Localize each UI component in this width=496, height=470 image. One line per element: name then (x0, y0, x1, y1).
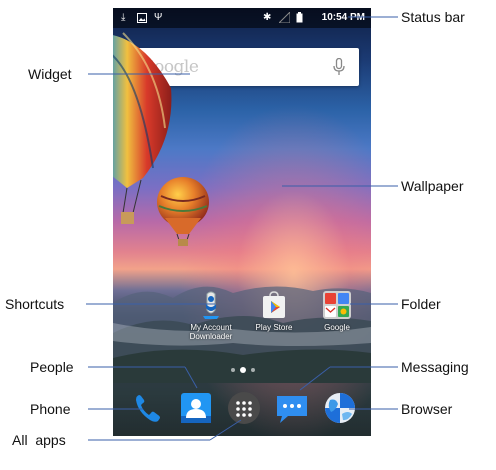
callout-browser: Browser (401, 401, 453, 417)
callout-folder: Folder (401, 296, 441, 312)
callout-messaging: Messaging (401, 359, 469, 375)
callout-phone: Phone (30, 401, 71, 417)
callout-widget: Widget (28, 66, 72, 82)
callout-status-bar: Status bar (401, 9, 465, 25)
callout-wallpaper: Wallpaper (401, 178, 464, 194)
callout-shortcuts: Shortcuts (5, 296, 65, 312)
callout-people: People (30, 359, 74, 375)
callout-all-apps: All apps (12, 432, 66, 448)
callout-lines (86, 16, 398, 441)
